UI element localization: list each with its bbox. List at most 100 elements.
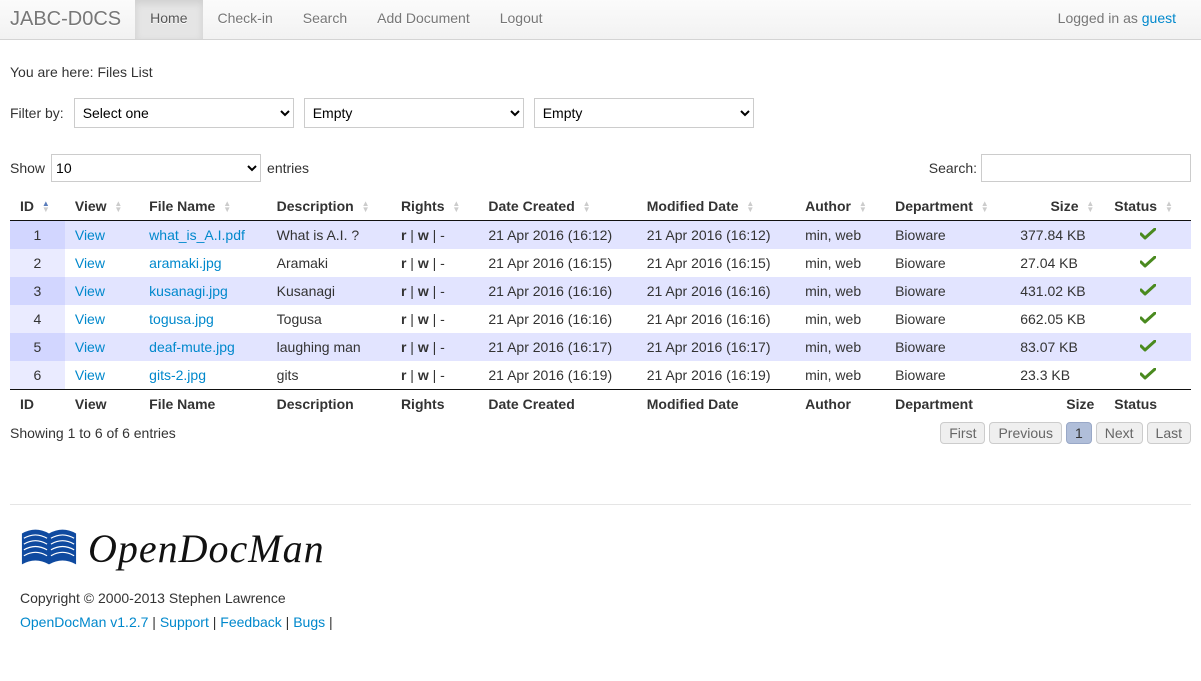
foot-rights: Rights bbox=[391, 390, 478, 419]
sort-icon: ▲▼ bbox=[1165, 201, 1173, 213]
book-icon bbox=[20, 527, 78, 570]
cell-description: What is A.I. ? bbox=[267, 221, 391, 250]
cell-modified: 21 Apr 2016 (16:16) bbox=[637, 305, 795, 333]
file-link[interactable]: what_is_A.I.pdf bbox=[149, 227, 245, 243]
pager-last[interactable]: Last bbox=[1147, 422, 1191, 444]
file-link[interactable]: kusanagi.jpg bbox=[149, 283, 228, 299]
cell-description: Aramaki bbox=[267, 249, 391, 277]
cell-size: 431.02 KB bbox=[1010, 277, 1104, 305]
cell-modified: 21 Apr 2016 (16:17) bbox=[637, 333, 795, 361]
cell-modified: 21 Apr 2016 (16:15) bbox=[637, 249, 795, 277]
check-icon bbox=[1140, 339, 1156, 355]
filter-secondary-a[interactable]: Empty bbox=[304, 98, 524, 128]
copyright: Copyright © 2000-2013 Stephen Lawrence bbox=[20, 590, 1181, 606]
cell-created: 21 Apr 2016 (16:16) bbox=[478, 305, 636, 333]
view-link[interactable]: View bbox=[75, 283, 105, 299]
cell-created: 21 Apr 2016 (16:19) bbox=[478, 361, 636, 390]
table-row: 3Viewkusanagi.jpgKusanagir | w | -21 Apr… bbox=[10, 277, 1191, 305]
feedback-link[interactable]: Feedback bbox=[220, 614, 281, 630]
file-link[interactable]: togusa.jpg bbox=[149, 311, 214, 327]
foot-department: Department bbox=[885, 390, 1010, 419]
cell-filename: deaf-mute.jpg bbox=[139, 333, 266, 361]
brand: JABC-D0CS bbox=[10, 0, 135, 39]
col-view[interactable]: View ▲▼ bbox=[65, 192, 139, 221]
cell-created: 21 Apr 2016 (16:16) bbox=[478, 277, 636, 305]
filter-row: Filter by: Select one Empty Empty bbox=[10, 98, 1191, 128]
cell-department: Bioware bbox=[885, 361, 1010, 390]
cell-rights: r | w | - bbox=[391, 221, 478, 250]
col-status[interactable]: Status ▲▼ bbox=[1104, 192, 1191, 221]
cell-rights: r | w | - bbox=[391, 249, 478, 277]
foot-author: Author bbox=[795, 390, 885, 419]
view-link[interactable]: View bbox=[75, 227, 105, 243]
file-link[interactable]: gits-2.jpg bbox=[149, 367, 206, 383]
cell-status bbox=[1104, 361, 1191, 390]
sort-icon: ▲▼ bbox=[981, 201, 989, 213]
col-created[interactable]: Date Created ▲▼ bbox=[478, 192, 636, 221]
cell-author: min, web bbox=[795, 333, 885, 361]
cell-id: 4 bbox=[10, 305, 65, 333]
sort-icon: ▲▼ bbox=[452, 201, 460, 213]
col-id[interactable]: ID ▲▼ bbox=[10, 192, 65, 221]
cell-size: 83.07 KB bbox=[1010, 333, 1104, 361]
pager-prev[interactable]: Previous bbox=[989, 422, 1061, 444]
foot-filename: File Name bbox=[139, 390, 266, 419]
col-rights[interactable]: Rights ▲▼ bbox=[391, 192, 478, 221]
foot-id: ID bbox=[10, 390, 65, 419]
col-size[interactable]: Size ▲▼ bbox=[1010, 192, 1104, 221]
filter-label: Filter by: bbox=[10, 105, 64, 121]
table-row: 2Viewaramaki.jpgAramakir | w | -21 Apr 2… bbox=[10, 249, 1191, 277]
sort-icon: ▲▼ bbox=[223, 201, 231, 213]
view-link[interactable]: View bbox=[75, 367, 105, 383]
col-author[interactable]: Author ▲▼ bbox=[795, 192, 885, 221]
table-row: 1Viewwhat_is_A.I.pdfWhat is A.I. ?r | w … bbox=[10, 221, 1191, 250]
files-table: ID ▲▼ View ▲▼ File Name ▲▼ Description ▲… bbox=[10, 192, 1191, 418]
cell-created: 21 Apr 2016 (16:15) bbox=[478, 249, 636, 277]
sort-icon: ▲▼ bbox=[114, 201, 122, 213]
view-link[interactable]: View bbox=[75, 255, 105, 271]
footer-links: OpenDocMan v1.2.7 | Support | Feedback |… bbox=[20, 614, 1181, 630]
pager-first[interactable]: First bbox=[940, 422, 985, 444]
view-link[interactable]: View bbox=[75, 339, 105, 355]
cell-status bbox=[1104, 333, 1191, 361]
col-filename[interactable]: File Name ▲▼ bbox=[139, 192, 266, 221]
nav-checkin[interactable]: Check-in bbox=[203, 0, 288, 39]
cell-view: View bbox=[65, 277, 139, 305]
foot-view: View bbox=[65, 390, 139, 419]
col-modified[interactable]: Modified Date ▲▼ bbox=[637, 192, 795, 221]
check-icon bbox=[1140, 227, 1156, 243]
table-info: Showing 1 to 6 of 6 entries bbox=[10, 425, 176, 441]
bugs-link[interactable]: Bugs bbox=[293, 614, 325, 630]
foot-status: Status bbox=[1104, 390, 1191, 419]
filter-primary[interactable]: Select one bbox=[74, 98, 294, 128]
pager-page-1[interactable]: 1 bbox=[1066, 422, 1092, 444]
cell-rights: r | w | - bbox=[391, 305, 478, 333]
view-link[interactable]: View bbox=[75, 311, 105, 327]
cell-view: View bbox=[65, 249, 139, 277]
col-department[interactable]: Department ▲▼ bbox=[885, 192, 1010, 221]
cell-status bbox=[1104, 221, 1191, 250]
nav-search[interactable]: Search bbox=[288, 0, 362, 39]
col-description[interactable]: Description ▲▼ bbox=[267, 192, 391, 221]
length-entries-label: entries bbox=[267, 160, 309, 176]
nav-home[interactable]: Home bbox=[135, 0, 202, 39]
filter-secondary-b[interactable]: Empty bbox=[534, 98, 754, 128]
sort-icon: ▲▼ bbox=[1086, 201, 1094, 213]
file-link[interactable]: deaf-mute.jpg bbox=[149, 339, 235, 355]
nav-add-document[interactable]: Add Document bbox=[362, 0, 485, 39]
foot-size: Size bbox=[1010, 390, 1104, 419]
foot-created: Date Created bbox=[478, 390, 636, 419]
cell-description: laughing man bbox=[267, 333, 391, 361]
login-status-prefix: Logged in as bbox=[1058, 10, 1142, 26]
nav-logout[interactable]: Logout bbox=[485, 0, 558, 39]
version-link[interactable]: OpenDocMan v1.2.7 bbox=[20, 614, 148, 630]
pager-next[interactable]: Next bbox=[1096, 422, 1143, 444]
cell-size: 662.05 KB bbox=[1010, 305, 1104, 333]
file-link[interactable]: aramaki.jpg bbox=[149, 255, 221, 271]
sort-icon: ▲▼ bbox=[362, 201, 370, 213]
support-link[interactable]: Support bbox=[160, 614, 209, 630]
search-input[interactable] bbox=[981, 154, 1191, 182]
cell-size: 23.3 KB bbox=[1010, 361, 1104, 390]
user-link[interactable]: guest bbox=[1142, 10, 1176, 26]
length-select[interactable]: 10 bbox=[51, 154, 261, 182]
